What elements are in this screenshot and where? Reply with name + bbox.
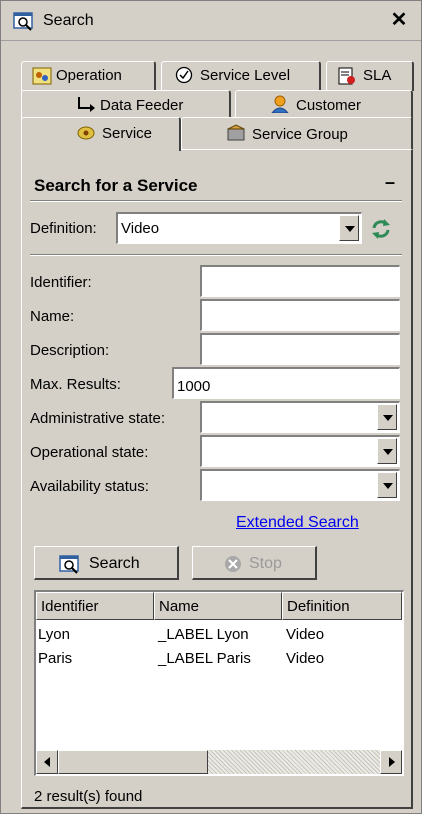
results-status: 2 result(s) found: [34, 788, 143, 805]
tab-label: Data Feeder: [100, 97, 184, 114]
cell-definition: Video: [286, 650, 325, 667]
cell-definition: Video: [286, 626, 325, 643]
tab-label: Service: [102, 125, 153, 142]
max-results-field[interactable]: [172, 367, 400, 399]
service-level-icon: [175, 66, 193, 84]
scroll-right-button[interactable]: [380, 750, 402, 774]
definition-value: Video: [121, 220, 160, 237]
chevron-left-icon: [44, 757, 50, 767]
table-row[interactable]: Lyon _LABEL Lyon Video: [36, 624, 402, 648]
column-header-definition[interactable]: Definition: [282, 592, 402, 620]
name-field[interactable]: [200, 299, 400, 331]
customer-icon: [271, 95, 289, 113]
tab-sla[interactable]: SLA: [326, 61, 414, 91]
operation-icon: [32, 67, 52, 85]
identifier-label: Identifier:: [30, 274, 92, 291]
stop-icon: [225, 556, 241, 572]
definition-select[interactable]: Video: [116, 212, 362, 244]
chevron-down-icon: [383, 415, 393, 421]
collapse-icon[interactable]: –: [385, 172, 401, 192]
title-bar: Search ✕: [1, 1, 421, 41]
definition-label: Definition:: [30, 220, 97, 237]
data-feeder-icon: [78, 97, 95, 112]
tab-label: Service Group: [252, 126, 348, 143]
cell-name: _LABEL Lyon: [158, 626, 249, 643]
cell-identifier: Lyon: [38, 626, 70, 643]
availability-status-select[interactable]: [200, 469, 400, 501]
chevron-right-icon: [389, 757, 395, 767]
search-window: Search ✕ Operation Service Level SLA Dat…: [0, 0, 422, 814]
stop-button-label: Stop: [249, 555, 282, 572]
chevron-down-icon: [383, 483, 393, 489]
scroll-left-button[interactable]: [36, 750, 58, 774]
scrollbar-thumb[interactable]: [58, 750, 208, 774]
availability-status-dropdown-button[interactable]: [377, 472, 397, 498]
search-window-icon: [13, 12, 33, 31]
cell-name: _LABEL Paris: [158, 650, 251, 667]
refresh-icon[interactable]: [370, 218, 392, 240]
operational-state-dropdown-button[interactable]: [377, 438, 397, 464]
chevron-down-icon: [345, 226, 355, 232]
tab-label: SLA: [363, 67, 392, 84]
description-label: Description:: [30, 342, 110, 359]
tab-operation[interactable]: Operation: [21, 61, 156, 91]
table-row[interactable]: Paris _LABEL Paris Video: [36, 648, 402, 672]
horizontal-scrollbar[interactable]: [36, 750, 402, 774]
chevron-down-icon: [383, 449, 393, 455]
description-field[interactable]: [200, 333, 400, 365]
section-title: Search for a Service: [34, 176, 198, 195]
divider: [30, 254, 402, 256]
sla-icon: [338, 67, 355, 85]
availability-status-label: Availability status:: [30, 478, 149, 495]
cell-identifier: Paris: [38, 650, 73, 667]
close-icon[interactable]: ✕: [387, 7, 411, 33]
max-results-label: Max. Results:: [30, 376, 121, 393]
service-search-panel: Search for a Service – Definition: Video…: [21, 149, 413, 809]
operational-state-label: Operational state:: [30, 444, 149, 461]
column-header-identifier[interactable]: Identifier: [36, 592, 154, 620]
name-label: Name:: [30, 308, 75, 325]
operational-state-select[interactable]: [200, 435, 400, 467]
tab-label: Operation: [56, 67, 122, 84]
extended-search-link[interactable]: Extended Search: [236, 514, 359, 532]
identifier-field[interactable]: [200, 265, 400, 297]
administrative-state-dropdown-button[interactable]: [377, 404, 397, 430]
search-button-label: Search: [89, 555, 140, 572]
administrative-state-select[interactable]: [200, 401, 400, 433]
tab-data-feeder[interactable]: Data Feeder: [21, 90, 231, 120]
service-group-icon: [227, 124, 245, 141]
window-title: Search: [43, 12, 94, 29]
divider: [30, 200, 402, 202]
scrollbar-track[interactable]: [208, 750, 380, 774]
results-table: Identifier Name Definition Lyon _LABEL L…: [34, 590, 404, 776]
tab-service-level[interactable]: Service Level: [161, 61, 321, 91]
tab-service-group[interactable]: Service Group: [181, 117, 413, 149]
administrative-state-label: Administrative state:: [30, 410, 166, 427]
service-icon: [77, 126, 95, 140]
search-button[interactable]: Search: [34, 546, 179, 580]
tab-label: Service Level: [200, 67, 291, 84]
search-icon: [59, 555, 79, 574]
tab-service[interactable]: Service: [21, 117, 181, 151]
definition-dropdown-button[interactable]: [339, 215, 359, 241]
tab-customer[interactable]: Customer: [235, 90, 413, 120]
tab-label: Customer: [296, 97, 362, 114]
stop-button[interactable]: Stop: [192, 546, 317, 580]
column-header-name[interactable]: Name: [154, 592, 282, 620]
